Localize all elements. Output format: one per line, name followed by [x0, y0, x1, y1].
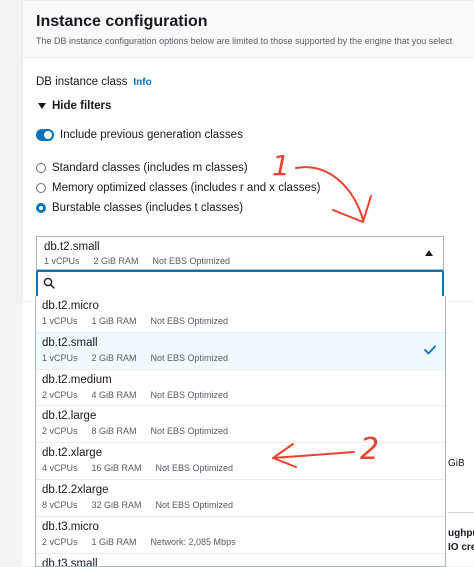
class-options-dropdown: db.t2.micro 1 vCPUs 1 GiB RAM Not EBS Opti…	[35, 296, 446, 567]
option-description: 2 vCPUs 8 GiB RAM Not EBS Optimized	[42, 426, 242, 436]
vcpu-spec: 1 vCPUs	[42, 316, 78, 326]
db-instance-class-text: DB instance class	[36, 76, 128, 88]
vcpu-spec: 1 vCPUs	[42, 352, 78, 363]
radio-standard-classes[interactable]: Standard classes (includes m classes)	[36, 162, 248, 174]
background-text-fragment: GiB	[448, 458, 465, 469]
radio-burstable-classes[interactable]: Burstable classes (includes t classes)	[36, 202, 243, 214]
ebs-spec: Not EBS Optimized	[155, 463, 234, 474]
ebs-spec: Not EBS Optimized	[150, 352, 229, 363]
option-name: db.t2.xlarge	[42, 447, 103, 460]
background-text-fragment: IO cre	[448, 542, 474, 553]
info-link[interactable]: Info	[133, 77, 151, 88]
ram-spec: 4 GiB RAM	[91, 389, 137, 400]
ebs-spec: Not EBS Optimized	[155, 499, 234, 510]
ram-spec: 2 GiB RAM	[93, 256, 139, 266]
panel-header: Instance configuration The DB instance c…	[23, 1, 474, 58]
ram-spec: 1 GiB RAM	[91, 316, 137, 326]
option-db-t2-large[interactable]: db.t2.large 2 vCPUs 8 GiB RAM Not EBS Opti…	[36, 406, 445, 444]
class-search-field[interactable]	[36, 270, 444, 298]
vcpu-spec: 2 vCPUs	[42, 426, 78, 437]
option-db-t3-micro[interactable]: db.t3.micro 2 vCPUs 1 GiB RAM Network: 2,0…	[36, 517, 445, 554]
vcpu-spec: 8 vCPUs	[42, 499, 78, 510]
selected-class-description: 1 vCPUs 2 GiB RAM Not EBS Optimized	[44, 256, 244, 266]
toggle-knob	[44, 131, 52, 139]
search-icon	[43, 277, 55, 289]
option-db-t2-2xlarge[interactable]: db.t2.2xlarge 8 vCPUs 32 GiB RAM Not EBS O…	[36, 480, 445, 517]
option-name: db.t3.small	[42, 557, 98, 567]
panel-title: Instance configuration	[36, 13, 208, 30]
radio-button[interactable]	[36, 182, 46, 193]
toggle-label: Include previous generation classes	[60, 129, 243, 142]
ebs-spec: Not EBS Optimized	[150, 316, 229, 326]
radio-button-checked[interactable]	[36, 202, 46, 213]
vcpu-spec: 2 vCPUs	[42, 536, 78, 547]
caret-down-icon	[38, 102, 46, 109]
option-name: db.t3.micro	[42, 520, 99, 533]
radio-memory-optimized-classes[interactable]: Memory optimized classes (includes r and…	[36, 182, 320, 194]
panel-subtitle: The DB instance configuration options be…	[36, 36, 453, 46]
option-description: 8 vCPUs 32 GiB RAM Not EBS Optimized	[42, 500, 247, 510]
checkmark-icon	[424, 345, 436, 355]
search-input[interactable]	[62, 275, 436, 293]
ram-spec: 16 GiB RAM	[91, 463, 142, 474]
ebs-spec: Not EBS Optimized	[152, 256, 231, 266]
option-name: db.t2.micro	[42, 300, 99, 312]
previous-generation-toggle-row[interactable]: Include previous generation classes	[36, 129, 243, 141]
ram-spec: 32 GiB RAM	[91, 499, 142, 510]
radio-label: Memory optimized classes (includes r and…	[52, 182, 321, 194]
option-description: 1 vCPUs 1 GiB RAM Not EBS Optimized	[42, 316, 242, 326]
option-db-t2-small[interactable]: db.t2.small 1 vCPUs 2 GiB RAM Not EBS Opti…	[36, 332, 445, 370]
background-text-fragment: ughpu	[448, 528, 474, 539]
option-name: db.t2.large	[42, 410, 97, 423]
network-spec: Network: 2,085 Mbps	[150, 536, 236, 547]
vcpu-spec: 1 vCPUs	[44, 256, 80, 266]
instance-configuration-panel: Instance configuration The DB instance c…	[22, 0, 474, 302]
radio-label: Standard classes (includes m classes)	[52, 162, 248, 174]
ram-spec: 2 GiB RAM	[91, 352, 137, 363]
background-divider	[448, 512, 474, 513]
option-name: db.t2.small	[42, 336, 98, 349]
db-instance-class-label: DB instance class Info	[36, 76, 152, 88]
option-description: 4 vCPUs 16 GiB RAM Not EBS Optimized	[42, 463, 247, 473]
hide-filters-toggle[interactable]: Hide filters	[38, 100, 111, 112]
ebs-spec: Not EBS Optimized	[150, 426, 229, 437]
option-description: 1 vCPUs 2 GiB RAM Not EBS Optimized	[42, 353, 242, 363]
db-instance-class-select[interactable]: db.t2.small 1 vCPUs 2 GiB RAM Not EBS Opti…	[36, 236, 444, 270]
radio-button[interactable]	[36, 162, 46, 173]
vcpu-spec: 2 vCPUs	[42, 389, 78, 400]
option-description: 2 vCPUs 1 GiB RAM Network: 2,085 Mbps	[42, 537, 250, 547]
selected-class-value: db.t2.small	[44, 241, 100, 253]
option-db-t2-medium[interactable]: db.t2.medium 2 vCPUs 4 GiB RAM Not EBS Opt…	[36, 370, 445, 407]
radio-label: Burstable classes (includes t classes)	[52, 202, 244, 214]
option-db-t2-micro[interactable]: db.t2.micro 1 vCPUs 1 GiB RAM Not EBS Opti…	[36, 296, 445, 333]
ram-spec: 1 GiB RAM	[91, 536, 137, 547]
option-name: db.t2.medium	[42, 373, 112, 386]
option-db-t3-small[interactable]: db.t3.small	[36, 554, 445, 567]
toggle-switch[interactable]	[36, 129, 54, 141]
option-name: db.t2.2xlarge	[42, 483, 109, 496]
vcpu-spec: 4 vCPUs	[42, 463, 78, 474]
option-description: 2 vCPUs 4 GiB RAM Not EBS Optimized	[42, 390, 242, 400]
caret-up-icon	[425, 250, 433, 256]
ram-spec: 8 GiB RAM	[91, 426, 137, 437]
hide-filters-label: Hide filters	[52, 100, 112, 112]
option-db-t2-xlarge[interactable]: db.t2.xlarge 4 vCPUs 16 GiB RAM Not EBS Op…	[36, 443, 445, 480]
ebs-spec: Not EBS Optimized	[150, 389, 229, 400]
